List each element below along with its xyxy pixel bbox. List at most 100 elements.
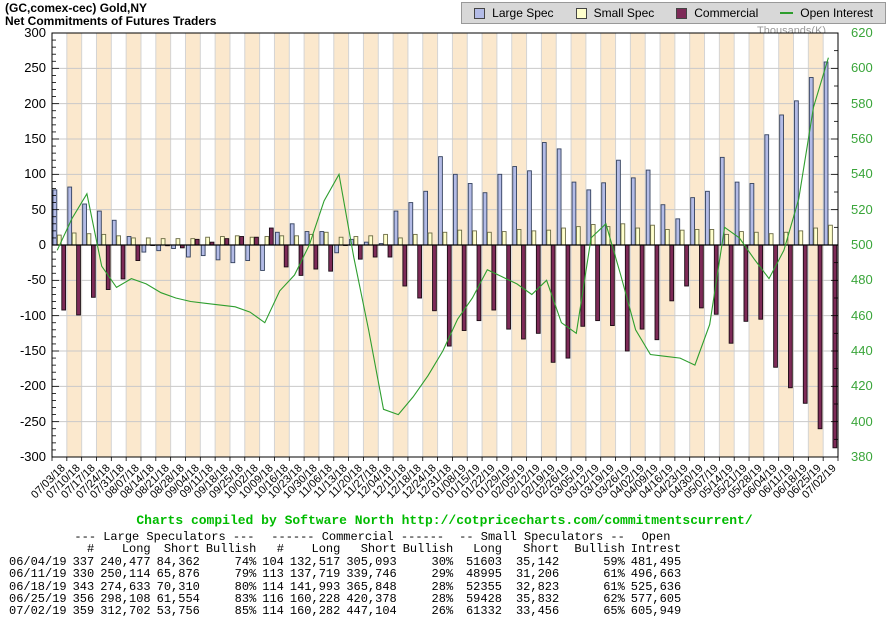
table-row: 07/02/19359312,70253,75685%114160,282447… [6, 605, 684, 617]
value-cell: 26% [400, 605, 456, 617]
left-axis-tick: 150 [2, 132, 46, 146]
bar-small-spec [132, 238, 136, 245]
bar-large-spec [439, 157, 443, 245]
bar-small-spec [413, 234, 417, 245]
bar-small-spec [502, 232, 506, 245]
bar-small-spec [161, 239, 165, 245]
bar-large-spec [483, 193, 487, 245]
bar-commercial [329, 245, 333, 271]
cot-chart-page: (GC,comex-cec) Gold,NY Net Commitments o… [0, 0, 889, 620]
value-cell: 330 [70, 568, 98, 580]
bar-commercial [136, 245, 140, 261]
bar-large-spec [68, 187, 72, 245]
value-cell: 605,949 [628, 605, 684, 617]
bar-small-spec [487, 232, 491, 245]
bar-commercial [388, 245, 392, 257]
left-axis-tick: -300 [2, 450, 46, 464]
left-axis-tick: 250 [2, 61, 46, 75]
bar-small-spec [621, 224, 625, 245]
bar-commercial [433, 245, 437, 311]
bar-small-spec [725, 234, 729, 245]
bar-commercial [685, 245, 689, 286]
bar-large-spec [246, 245, 250, 261]
bar-small-spec [369, 236, 373, 245]
bar-large-spec [468, 184, 472, 245]
bar-commercial [195, 239, 199, 245]
left-axis-tick: -200 [2, 379, 46, 393]
bar-small-spec [102, 234, 106, 245]
bar-large-spec [587, 190, 591, 245]
value-cell: 447,104 [343, 605, 399, 617]
left-axis-tick: 300 [2, 26, 46, 40]
value-cell: 33,456 [505, 605, 562, 617]
bar-small-spec [280, 236, 284, 245]
bar-small-spec [250, 237, 254, 245]
value-cell: 114 [259, 605, 287, 617]
bar-small-spec [814, 228, 818, 245]
right-axis-tick: 620 [851, 26, 889, 40]
bar-commercial [106, 245, 110, 290]
bar-small-spec [295, 236, 299, 245]
table-column-header [6, 543, 70, 555]
bar-commercial [447, 245, 451, 346]
table-row: 06/11/19330250,11465,87679%113137,719339… [6, 568, 684, 580]
bar-small-spec [829, 225, 833, 245]
bar-large-spec [617, 160, 621, 245]
left-axis-tick: 200 [2, 97, 46, 111]
bar-small-spec [562, 228, 566, 245]
value-cell: 79% [203, 568, 259, 580]
plot-area [52, 33, 838, 457]
table-column-header: Intrest [628, 543, 684, 555]
bar-commercial [566, 245, 570, 358]
bar-large-spec [216, 245, 220, 260]
bar-small-spec [235, 236, 239, 245]
bar-large-spec [320, 232, 324, 245]
legend-item-open-interest: Open Interest [780, 6, 873, 20]
bar-large-spec [691, 198, 695, 245]
table-column-header: Long [97, 543, 153, 555]
value-cell: 65% [562, 605, 628, 617]
bar-commercial [507, 245, 511, 329]
bar-commercial [611, 245, 615, 326]
value-cell: 85% [203, 605, 259, 617]
bar-large-spec [231, 245, 235, 263]
bar-small-spec [517, 229, 521, 245]
bar-small-spec [458, 230, 462, 245]
bar-large-spec [53, 190, 57, 245]
bar-commercial [314, 245, 318, 269]
left-axis-tick: -150 [2, 344, 46, 358]
bar-large-spec [528, 171, 532, 245]
value-cell: 160,282 [287, 605, 343, 617]
bar-large-spec [112, 220, 116, 245]
bar-small-spec [651, 225, 655, 245]
bar-large-spec [765, 135, 769, 245]
left-axis-tick: 100 [2, 167, 46, 181]
bar-large-spec [335, 245, 339, 253]
bar-small-spec [117, 236, 121, 245]
bar-small-spec [636, 228, 640, 245]
bar-small-spec [665, 229, 669, 245]
legend-label: Commercial [694, 6, 758, 20]
bar-commercial [700, 245, 704, 308]
value-cell: 312,702 [97, 605, 153, 617]
bar-large-spec [498, 174, 502, 245]
bar-commercial [640, 245, 644, 329]
value-cell: 113 [259, 568, 287, 580]
table-column-header: Short [505, 543, 562, 555]
table-column-header: Long [456, 543, 505, 555]
bar-commercial [225, 239, 229, 245]
legend-label: Small Spec [594, 6, 655, 20]
bar-small-spec [547, 230, 551, 245]
bar-large-spec [572, 182, 576, 245]
table-column-header: # [70, 543, 98, 555]
bar-large-spec [290, 224, 294, 245]
bar-commercial [240, 237, 244, 245]
small-spec-swatch-icon [576, 8, 587, 19]
bar-small-spec [176, 239, 180, 245]
left-axis-tick: -50 [2, 273, 46, 287]
table-column-header: Bullish [562, 543, 628, 555]
bar-large-spec [780, 115, 784, 245]
table-column-header: Bullish [400, 543, 456, 555]
bar-small-spec [695, 229, 699, 245]
bar-large-spec [83, 204, 87, 245]
